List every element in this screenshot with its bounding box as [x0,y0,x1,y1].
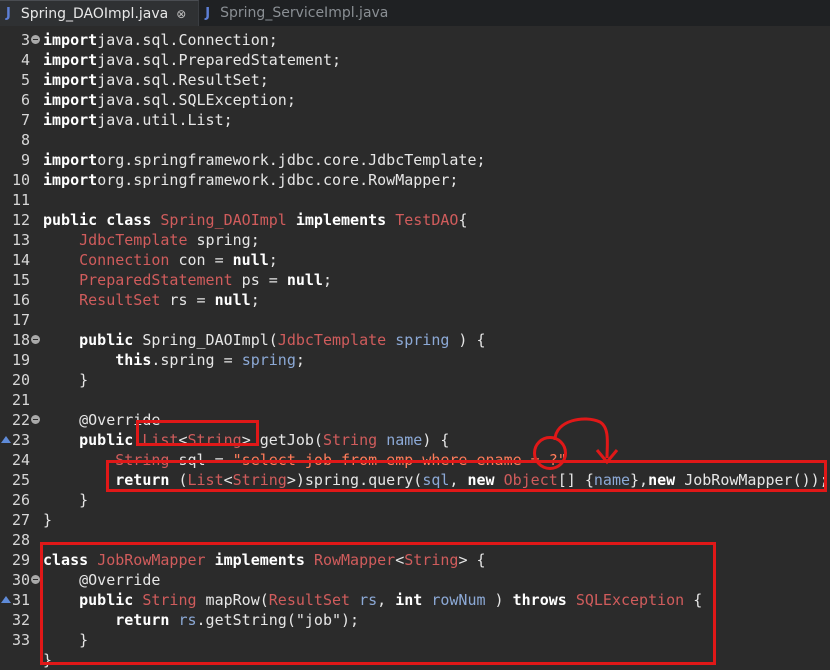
line-number: 32 [11,611,30,629]
java-file-icon: J [205,5,211,21]
fold-icon[interactable] [31,415,40,424]
code-line[interactable]: 20 } [0,370,830,390]
code-text: importjava.sql.SQLException; [43,91,296,109]
line-number: 20 [11,371,30,389]
code-line[interactable]: 4 importjava.sql.PreparedStatement; [0,50,830,70]
line-number: 9 [20,151,30,169]
annotation-box-return-statement [106,460,827,492]
line-number: 27 [11,511,30,529]
code-line[interactable]: 12 public class Spring_DAOImpl implements… [0,210,830,230]
line-number: 4 [20,51,30,69]
code-line[interactable]: 26 } [0,490,830,510]
code-line[interactable]: 27} [0,510,830,530]
tab-spring-serviceimpl[interactable]: J Spring_ServiceImpl.java [199,0,400,26]
line-number: 12 [11,211,30,229]
line-number: 10 [11,171,30,189]
code-text: importjava.sql.ResultSet; [43,71,269,89]
line-number: 7 [20,111,30,129]
tab-spring-daoimpl[interactable]: J Spring_DAOImpl.java ⊗ [0,0,200,26]
line-number: 31 [11,591,30,609]
code-text: this.spring = spring; [115,351,305,369]
code-line[interactable]: 10 importorg.springframework.jdbc.core.Ro… [0,170,830,190]
annotation-box-jobrowmapper-class [40,542,716,665]
code-line[interactable]: 21 [0,390,830,410]
line-number: 24 [11,451,30,469]
code-line[interactable]: 5 importjava.sql.ResultSet; [0,70,830,90]
code-text: public Spring_DAOImpl(JdbcTemplate sprin… [79,331,486,349]
line-number: 16 [11,291,30,309]
line-number: 22 [11,411,30,429]
line-number: 28 [11,531,30,549]
fold-icon[interactable] [31,335,40,344]
line-number: 14 [11,251,30,269]
line-number: 15 [11,271,30,289]
code-text: } [43,371,89,389]
code-line[interactable]: 13 JdbcTemplate spring; [0,230,830,250]
code-line[interactable]: 23 public List<String> getJob(String nam… [0,430,830,450]
line-number: 11 [11,191,30,209]
line-number: 13 [11,231,30,249]
line-number: 6 [20,91,30,109]
line-number: 5 [20,71,30,89]
tab-label: Spring_ServiceImpl.java [220,5,389,21]
line-number: 30 [11,571,30,589]
code-text: } [43,511,53,529]
code-line[interactable]: 8 [0,130,830,150]
code-line[interactable]: 19 this.spring = spring; [0,350,830,370]
code-text: PreparedStatement ps = null; [79,271,332,289]
code-text: ResultSet rs = null; [79,291,260,309]
code-text: importorg.springframework.jdbc.core.Jdbc… [43,151,486,169]
code-line[interactable]: 3 importjava.sql.Connection; [0,30,830,50]
code-line[interactable]: 7 importjava.util.List; [0,110,830,130]
line-number: 25 [11,471,30,489]
code-text: } [43,491,89,509]
code-text: importjava.sql.PreparedStatement; [43,51,342,69]
line-number: 26 [11,491,30,509]
line-number: 19 [11,351,30,369]
line-number: 18 [11,331,30,349]
line-number: 21 [11,391,30,409]
code-line[interactable]: 17 [0,310,830,330]
line-number: 8 [20,131,30,149]
close-icon[interactable]: ⊗ [176,7,186,21]
fold-icon[interactable] [31,35,40,44]
line-number: 17 [11,311,30,329]
code-line[interactable]: 6 importjava.sql.SQLException; [0,90,830,110]
editor-tab-bar: J Spring_DAOImpl.java ⊗ J Spring_Service… [0,0,830,27]
line-number: 29 [11,551,30,569]
code-line[interactable]: 11 [0,190,830,210]
tab-label: Spring_DAOImpl.java [20,5,169,22]
code-text: Connection con = null; [79,251,278,269]
code-text: JdbcTemplate spring; [79,231,260,249]
code-line[interactable]: 15 PreparedStatement ps = null; [0,270,830,290]
code-line[interactable]: 14 Connection con = null; [0,250,830,270]
annotation-arrow [553,417,619,465]
annotation-box-return-type [136,420,259,446]
code-text: public class Spring_DAOImpl implements T… [43,211,468,229]
code-text: importjava.util.List; [43,111,233,129]
code-text: importjava.sql.Connection; [43,31,278,49]
code-line[interactable]: 22 @Override [0,410,830,430]
line-number: 23 [11,431,30,449]
line-number: 3 [20,31,30,49]
code-line[interactable]: 9 importorg.springframework.jdbc.core.Jdb… [0,150,830,170]
code-text: importorg.springframework.jdbc.core.RowM… [43,171,459,189]
line-number: 33 [11,631,30,649]
java-file-icon: J [6,6,11,21]
code-line[interactable]: 16 ResultSet rs = null; [0,290,830,310]
code-line[interactable]: 18 public Spring_DAOImpl(JdbcTemplate sp… [0,330,830,350]
fold-icon[interactable] [31,575,40,584]
